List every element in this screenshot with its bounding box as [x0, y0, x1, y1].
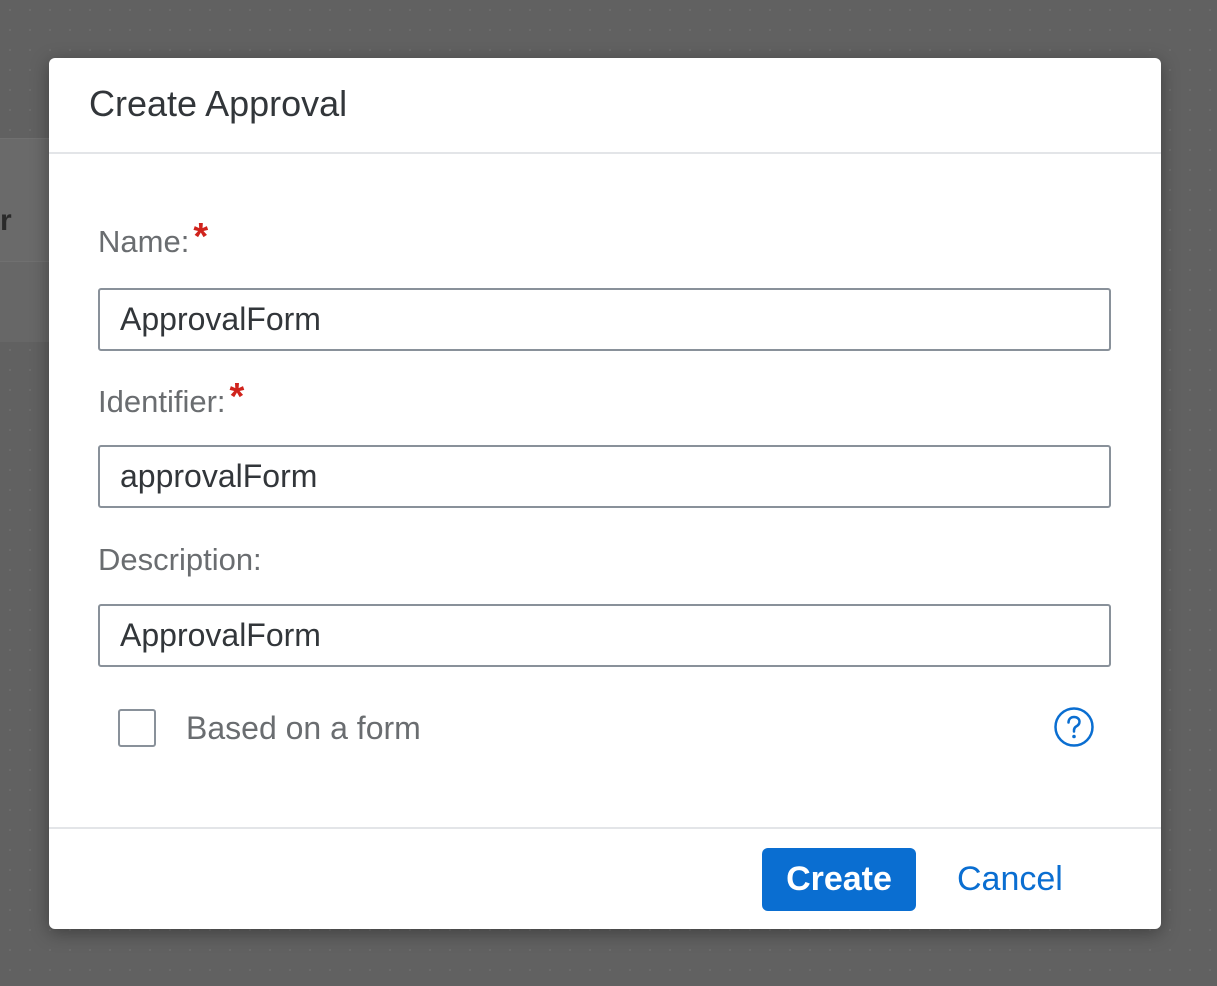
- dialog-body: Name: * Identifier: * Description: Based…: [49, 154, 1161, 827]
- name-label: Name: *: [98, 218, 208, 260]
- name-input[interactable]: [98, 288, 1111, 351]
- dialog-title: Create Approval: [89, 83, 348, 124]
- dialog-footer: Create Cancel: [49, 827, 1161, 929]
- create-approval-dialog: Create Approval Name: * Identifier: * De…: [49, 58, 1161, 929]
- cancel-button[interactable]: Cancel: [945, 848, 1075, 911]
- description-label-text: Description:: [98, 542, 262, 577]
- identifier-required-marker: *: [229, 376, 245, 418]
- name-label-text: Name:: [98, 224, 190, 259]
- identifier-label-text: Identifier:: [98, 384, 226, 419]
- dialog-header: Create Approval: [49, 58, 1161, 154]
- identifier-input[interactable]: [98, 445, 1111, 508]
- based-on-form-row: Based on a form: [118, 709, 421, 747]
- based-on-form-label[interactable]: Based on a form: [186, 710, 421, 747]
- description-input[interactable]: [98, 604, 1111, 667]
- identifier-label: Identifier: *: [98, 378, 244, 420]
- description-label: Description:: [98, 542, 262, 578]
- name-required-marker: *: [193, 216, 209, 258]
- background-partial-text: r: [0, 204, 12, 237]
- create-button[interactable]: Create: [762, 848, 916, 911]
- question-circle-icon[interactable]: [1053, 706, 1095, 748]
- based-on-form-checkbox[interactable]: [118, 709, 156, 747]
